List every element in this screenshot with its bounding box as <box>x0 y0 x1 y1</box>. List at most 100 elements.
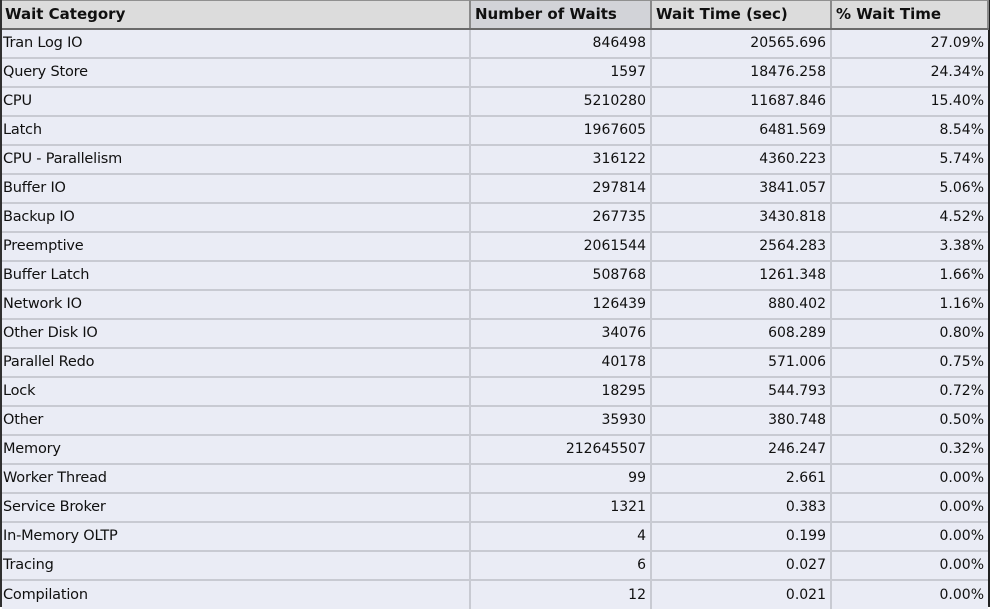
cell-percent-wait-time[interactable]: 0.00% <box>831 463 988 494</box>
cell-wait-category[interactable]: Latch <box>2 115 471 146</box>
table-row[interactable]: Network IO 126439 880.402 1.16% <box>2 289 988 320</box>
cell-number-of-waits[interactable]: 99 <box>470 463 652 494</box>
cell-number-of-waits[interactable]: 4 <box>470 521 652 552</box>
table-row[interactable]: Query Store 1597 18476.258 24.34% <box>2 57 988 88</box>
cell-wait-time[interactable]: 0.199 <box>651 521 832 552</box>
cell-wait-time[interactable]: 571.006 <box>651 347 832 378</box>
column-header-number-of-waits[interactable]: Number of Waits <box>470 0 652 30</box>
cell-percent-wait-time[interactable]: 15.40% <box>831 86 988 117</box>
cell-wait-time[interactable]: 3430.818 <box>651 202 832 233</box>
table-row[interactable]: Other 35930 380.748 0.50% <box>2 405 988 436</box>
cell-percent-wait-time[interactable]: 4.52% <box>831 202 988 233</box>
cell-wait-category[interactable]: Backup IO <box>2 202 471 233</box>
cell-wait-time[interactable]: 18476.258 <box>651 57 832 88</box>
table-row[interactable]: Worker Thread 99 2.661 0.00% <box>2 463 988 494</box>
cell-number-of-waits[interactable]: 5210280 <box>470 86 652 117</box>
cell-wait-time[interactable]: 544.793 <box>651 376 832 407</box>
table-row[interactable]: Tran Log IO 846498 20565.696 27.09% <box>2 28 988 59</box>
cell-wait-category[interactable]: Lock <box>2 376 471 407</box>
cell-percent-wait-time[interactable]: 3.38% <box>831 231 988 262</box>
cell-percent-wait-time[interactable]: 1.16% <box>831 289 988 320</box>
cell-wait-time[interactable]: 380.748 <box>651 405 832 436</box>
cell-wait-time[interactable]: 1261.348 <box>651 260 832 291</box>
table-row[interactable]: CPU 5210280 11687.846 15.40% <box>2 86 988 117</box>
cell-wait-time[interactable]: 0.027 <box>651 550 832 581</box>
column-header-wait-category[interactable]: Wait Category <box>2 0 471 30</box>
column-header-percent-wait-time[interactable]: % Wait Time <box>831 0 989 30</box>
cell-wait-category[interactable]: CPU - Parallelism <box>2 144 471 175</box>
cell-number-of-waits[interactable]: 508768 <box>470 260 652 291</box>
cell-percent-wait-time[interactable]: 0.00% <box>831 550 988 581</box>
cell-percent-wait-time[interactable]: 0.00% <box>831 579 988 609</box>
cell-number-of-waits[interactable]: 1967605 <box>470 115 652 146</box>
cell-wait-category[interactable]: Buffer Latch <box>2 260 471 291</box>
column-header-wait-time[interactable]: Wait Time (sec) <box>651 0 832 30</box>
table-row[interactable]: In-Memory OLTP 4 0.199 0.00% <box>2 521 988 552</box>
cell-wait-time[interactable]: 0.383 <box>651 492 832 523</box>
cell-percent-wait-time[interactable]: 0.00% <box>831 492 988 523</box>
cell-number-of-waits[interactable]: 267735 <box>470 202 652 233</box>
cell-number-of-waits[interactable]: 6 <box>470 550 652 581</box>
cell-percent-wait-time[interactable]: 0.80% <box>831 318 988 349</box>
cell-wait-time[interactable]: 880.402 <box>651 289 832 320</box>
cell-wait-category[interactable]: Memory <box>2 434 471 465</box>
cell-percent-wait-time[interactable]: 24.34% <box>831 57 988 88</box>
cell-percent-wait-time[interactable]: 5.74% <box>831 144 988 175</box>
cell-wait-category[interactable]: Tracing <box>2 550 471 581</box>
cell-wait-time[interactable]: 2564.283 <box>651 231 832 262</box>
cell-wait-category[interactable]: Buffer IO <box>2 173 471 204</box>
cell-wait-category[interactable]: Other Disk IO <box>2 318 471 349</box>
cell-number-of-waits[interactable]: 40178 <box>470 347 652 378</box>
table-row[interactable]: Tracing 6 0.027 0.00% <box>2 550 988 581</box>
cell-wait-time[interactable]: 246.247 <box>651 434 832 465</box>
cell-percent-wait-time[interactable]: 5.06% <box>831 173 988 204</box>
cell-number-of-waits[interactable]: 1321 <box>470 492 652 523</box>
cell-percent-wait-time[interactable]: 8.54% <box>831 115 988 146</box>
table-row[interactable]: Memory 212645507 246.247 0.32% <box>2 434 988 465</box>
cell-wait-category[interactable]: Tran Log IO <box>2 28 471 59</box>
cell-wait-category[interactable]: CPU <box>2 86 471 117</box>
table-row[interactable]: Other Disk IO 34076 608.289 0.80% <box>2 318 988 349</box>
cell-wait-category[interactable]: Worker Thread <box>2 463 471 494</box>
cell-percent-wait-time[interactable]: 0.00% <box>831 521 988 552</box>
cell-wait-time[interactable]: 608.289 <box>651 318 832 349</box>
cell-wait-category[interactable]: Network IO <box>2 289 471 320</box>
table-row[interactable]: Backup IO 267735 3430.818 4.52% <box>2 202 988 233</box>
cell-wait-time[interactable]: 4360.223 <box>651 144 832 175</box>
table-row[interactable]: Parallel Redo 40178 571.006 0.75% <box>2 347 988 378</box>
table-row[interactable]: Preemptive 2061544 2564.283 3.38% <box>2 231 988 262</box>
cell-wait-category[interactable]: In-Memory OLTP <box>2 521 471 552</box>
cell-wait-time[interactable]: 0.021 <box>651 579 832 609</box>
cell-number-of-waits[interactable]: 12 <box>470 579 652 609</box>
cell-number-of-waits[interactable]: 212645507 <box>470 434 652 465</box>
cell-wait-category[interactable]: Query Store <box>2 57 471 88</box>
cell-wait-category[interactable]: Compilation <box>2 579 471 609</box>
cell-number-of-waits[interactable]: 1597 <box>470 57 652 88</box>
cell-wait-category[interactable]: Service Broker <box>2 492 471 523</box>
cell-wait-time[interactable]: 20565.696 <box>651 28 832 59</box>
table-row[interactable]: Latch 1967605 6481.569 8.54% <box>2 115 988 146</box>
cell-number-of-waits[interactable]: 126439 <box>470 289 652 320</box>
cell-wait-category[interactable]: Preemptive <box>2 231 471 262</box>
cell-wait-category[interactable]: Parallel Redo <box>2 347 471 378</box>
cell-wait-time[interactable]: 2.661 <box>651 463 832 494</box>
table-row[interactable]: CPU - Parallelism 316122 4360.223 5.74% <box>2 144 988 175</box>
cell-number-of-waits[interactable]: 35930 <box>470 405 652 436</box>
cell-wait-time[interactable]: 6481.569 <box>651 115 832 146</box>
cell-percent-wait-time[interactable]: 0.75% <box>831 347 988 378</box>
cell-number-of-waits[interactable]: 18295 <box>470 376 652 407</box>
cell-number-of-waits[interactable]: 34076 <box>470 318 652 349</box>
cell-percent-wait-time[interactable]: 1.66% <box>831 260 988 291</box>
table-row[interactable]: Service Broker 1321 0.383 0.00% <box>2 492 988 523</box>
table-row[interactable]: Buffer Latch 508768 1261.348 1.66% <box>2 260 988 291</box>
cell-percent-wait-time[interactable]: 0.32% <box>831 434 988 465</box>
cell-number-of-waits[interactable]: 846498 <box>470 28 652 59</box>
cell-number-of-waits[interactable]: 2061544 <box>470 231 652 262</box>
cell-percent-wait-time[interactable]: 0.72% <box>831 376 988 407</box>
cell-wait-time[interactable]: 3841.057 <box>651 173 832 204</box>
table-row[interactable]: Lock 18295 544.793 0.72% <box>2 376 988 407</box>
cell-number-of-waits[interactable]: 297814 <box>470 173 652 204</box>
table-row[interactable]: Buffer IO 297814 3841.057 5.06% <box>2 173 988 204</box>
table-row[interactable]: Compilation 12 0.021 0.00% <box>2 579 988 609</box>
cell-wait-time[interactable]: 11687.846 <box>651 86 832 117</box>
